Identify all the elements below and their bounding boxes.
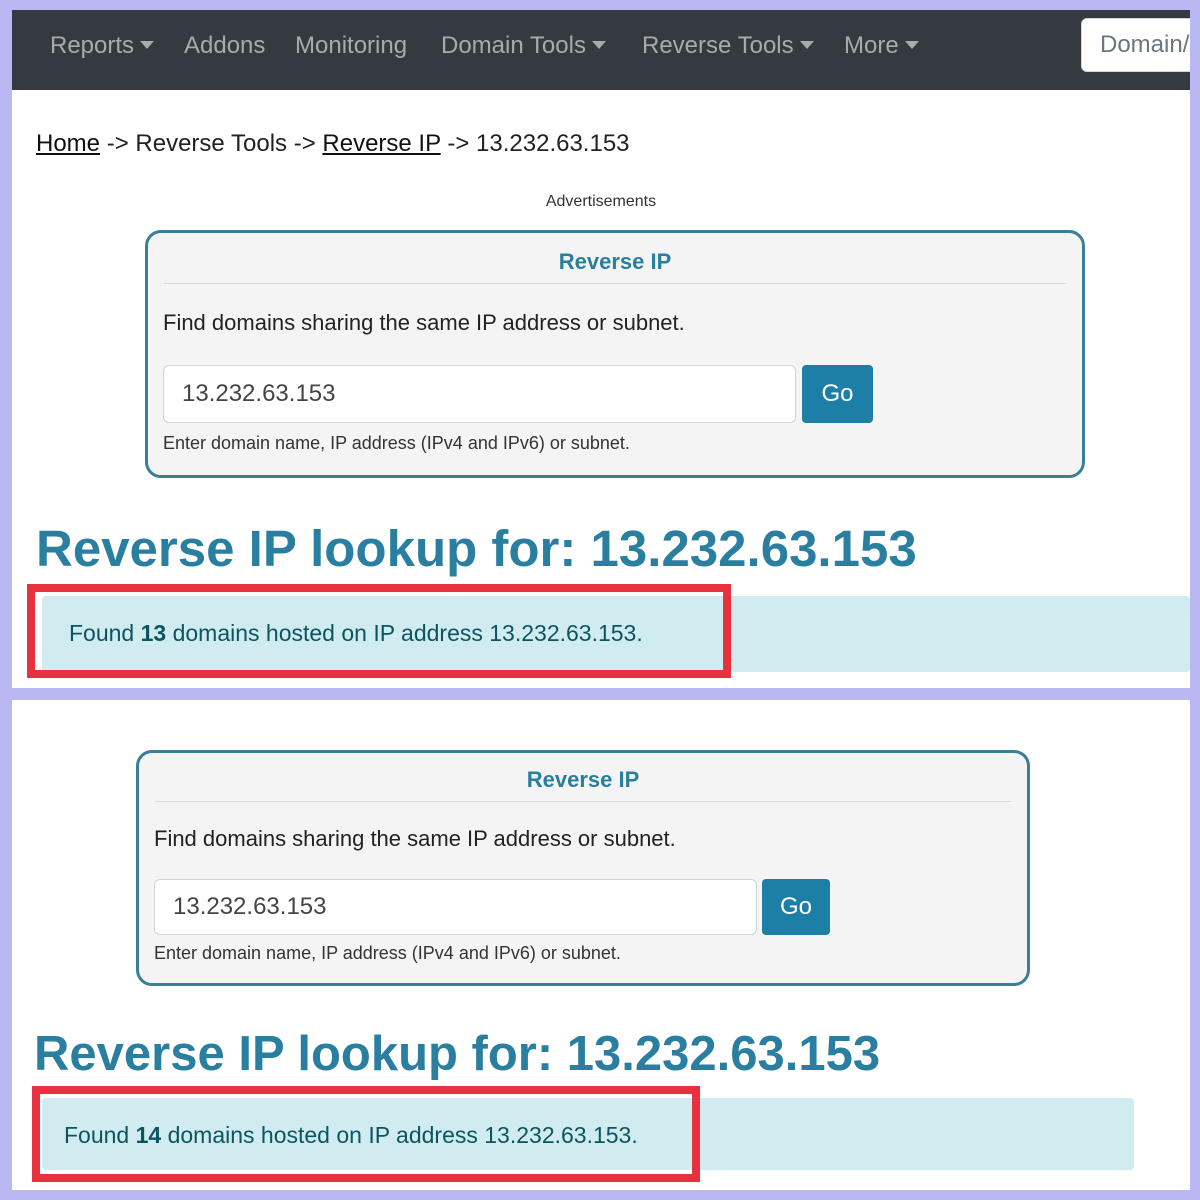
breadcrumb: Home -> Reverse Tools -> Reverse IP -> 1… <box>36 130 630 158</box>
nav-more[interactable]: More <box>844 10 919 90</box>
card-title: Reverse IP <box>155 767 1011 802</box>
domain-search-input[interactable] <box>1081 18 1190 72</box>
red-highlight-box <box>27 584 731 678</box>
reverse-ip-card: Reverse IP Find domains sharing the same… <box>145 230 1085 478</box>
reverse-ip-card: Reverse IP Find domains sharing the same… <box>136 750 1030 986</box>
caret-down-icon <box>591 41 606 49</box>
nav-reverse-tools-label: Reverse Tools <box>642 32 794 59</box>
nav-domain-tools-label: Domain Tools <box>441 32 586 59</box>
nav-addons[interactable]: Addons <box>184 10 265 90</box>
breadcrumb-reverse-tools: Reverse Tools <box>135 130 288 157</box>
nav-reverse-tools[interactable]: Reverse Tools <box>642 10 814 90</box>
caret-down-icon <box>140 41 155 49</box>
nav-reports[interactable]: Reports <box>50 10 155 90</box>
breadcrumb-separator: -> <box>106 130 129 157</box>
breadcrumb-separator: -> <box>293 130 316 157</box>
breadcrumb-reverse-ip-link[interactable]: Reverse IP <box>322 130 440 157</box>
nav-addons-label: Addons <box>184 32 266 59</box>
card-description: Find domains sharing the same IP address… <box>154 826 676 851</box>
ip-input[interactable] <box>154 879 757 935</box>
screenshot-top-panel: Reports Addons Monitoring Domain Tools R… <box>12 10 1190 688</box>
go-button[interactable]: Go <box>762 879 830 935</box>
screenshot-bottom-panel: Reverse IP Find domains sharing the same… <box>12 700 1190 1190</box>
advertisements-label: Advertisements <box>545 193 657 210</box>
red-highlight-box <box>32 1086 700 1182</box>
breadcrumb-home-link[interactable]: Home <box>36 130 100 157</box>
go-button[interactable]: Go <box>802 365 873 423</box>
breadcrumb-current: 13.232.63.153 <box>476 130 630 157</box>
caret-down-icon <box>904 41 919 49</box>
breadcrumb-separator: -> <box>447 130 470 157</box>
ip-input[interactable] <box>163 365 796 423</box>
nav-more-label: More <box>844 32 899 59</box>
card-description: Find domains sharing the same IP address… <box>163 310 685 335</box>
nav-monitoring[interactable]: Monitoring <box>295 10 407 90</box>
nav-domain-tools[interactable]: Domain Tools <box>441 10 606 90</box>
nav-monitoring-label: Monitoring <box>295 32 408 59</box>
nav-reports-label: Reports <box>50 32 135 59</box>
top-navbar: Reports Addons Monitoring Domain Tools R… <box>12 10 1190 90</box>
input-help-text: Enter domain name, IP address (IPv4 and … <box>163 433 630 453</box>
page-title: Reverse IP lookup for: 13.232.63.153 <box>36 520 917 577</box>
page-title: Reverse IP lookup for: 13.232.63.153 <box>34 1027 881 1081</box>
caret-down-icon <box>799 41 814 49</box>
input-help-text: Enter domain name, IP address (IPv4 and … <box>154 943 621 963</box>
card-title: Reverse IP <box>164 249 1066 284</box>
